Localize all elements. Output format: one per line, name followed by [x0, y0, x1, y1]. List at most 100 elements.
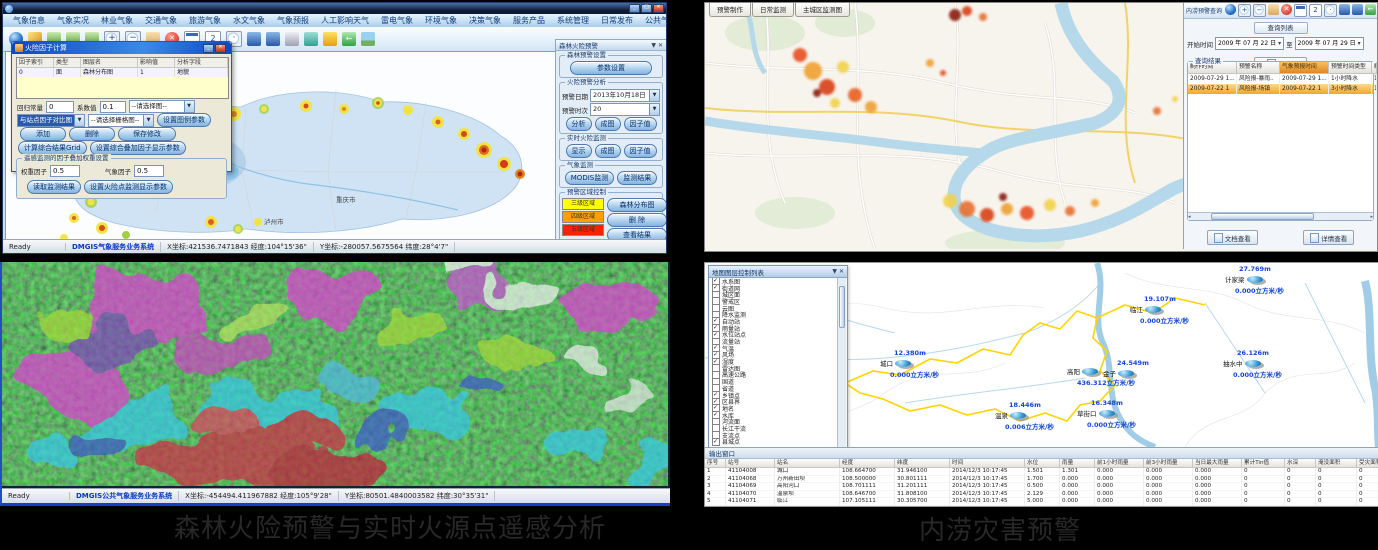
column-header[interactable]: 预警时间类型 [1329, 62, 1372, 74]
column-header[interactable]: 当日最大雨量 [1193, 459, 1242, 468]
map-tab[interactable]: 日常监测 [752, 3, 794, 17]
panel-toolbar-icon[interactable] [1294, 4, 1307, 17]
station-marker[interactable]: 18.446m 温泉 0.006立方米/秒 [995, 401, 1054, 431]
menu-item[interactable]: 林业气象 [95, 15, 139, 26]
add-button[interactable]: 添加 [20, 127, 66, 141]
realtime-button[interactable]: 因子值 [624, 144, 657, 158]
param-setting-button[interactable]: 参数设置 [570, 61, 652, 75]
map-tab[interactable]: 主城区监测图 [795, 3, 850, 17]
legend-params-button[interactable]: 设置图例参数 [157, 113, 211, 127]
column-header[interactable]: 经度 [840, 459, 895, 468]
station-marker[interactable]: 24.549m 金子 [1103, 359, 1149, 378]
close-button[interactable]: ✕ [653, 4, 664, 13]
gauge-icon[interactable] [1082, 368, 1098, 375]
date-from-picker[interactable]: 2009 年 07 月 22 日 [1215, 37, 1284, 50]
column-header-highlighted[interactable]: 气象预报时间 [1280, 62, 1329, 74]
menu-item[interactable]: 水文气象 [227, 15, 271, 26]
gauge-icon[interactable] [1099, 410, 1115, 417]
menu-item[interactable]: 气象信息 [7, 15, 51, 26]
gauge-icon[interactable] [1247, 276, 1263, 283]
read-result-button[interactable]: 读取监测结果 [27, 180, 81, 194]
weather-monitor-button[interactable]: MODIS监测 [565, 171, 614, 185]
minimize-button[interactable]: _ [629, 4, 640, 13]
gauge-icon[interactable] [1145, 306, 1161, 313]
grid-select[interactable]: --请选择栅格图-- [88, 114, 154, 127]
column-header[interactable]: 纬度 [895, 459, 950, 468]
menu-item[interactable]: 人工影响天气 [315, 15, 375, 26]
column-header[interactable]: 分析字段 [175, 58, 228, 68]
date-to-picker[interactable]: 2009 年 07 月 29 日 [1295, 37, 1364, 50]
column-header[interactable]: 站号 [726, 459, 775, 468]
panel-close-icon[interactable]: ✕ [658, 42, 663, 49]
column-header[interactable]: 雨量 [1060, 459, 1095, 468]
panel-toolbar-icon[interactable] [1225, 4, 1236, 15]
output-row[interactable]: 6 41104072 麻柳口 108.108211 31.101811 2014… [705, 506, 1378, 507]
output-row[interactable]: 3 41104069 高阳河口 108.701111 31.201111 201… [705, 483, 1378, 491]
column-header[interactable]: 前1小时雨量 [1095, 459, 1144, 468]
toolbar-icon[interactable] [266, 32, 280, 46]
coef-input[interactable]: 0.1 [100, 101, 126, 113]
menu-item[interactable]: 雷电气象 [375, 15, 419, 26]
output-row[interactable]: 2 41104068 万州新田坝 108.500000 30.801111 20… [705, 476, 1378, 484]
layer-item[interactable]: 县城点 [710, 439, 838, 446]
output-row[interactable]: 5 41104071 临江 107.105111 30.305700 2014/… [705, 498, 1378, 506]
column-header[interactable]: 淹没面积 [1316, 459, 1357, 468]
output-row[interactable]: 4 41104070 温泉坝 108.646700 31.808100 2014… [705, 491, 1378, 499]
column-header[interactable]: 水深 [1285, 459, 1316, 468]
menu-item[interactable]: 旅游气象 [183, 15, 227, 26]
station-marker[interactable]: 27.769m 计家梁 0.000立方米/秒 [1225, 265, 1284, 295]
factor-table-row[interactable]: 0 面 森林分布图 1 地貌 [17, 68, 228, 77]
query-list-tab[interactable]: 查询列表 [1254, 22, 1308, 34]
maximize-button[interactable]: □ [641, 4, 652, 13]
toolbar-icon[interactable] [323, 32, 337, 46]
menu-item[interactable]: 交通气象 [139, 15, 183, 26]
analysis-button[interactable]: 因子值 [624, 117, 657, 131]
weight2-input[interactable]: 0.5 [134, 165, 164, 177]
menu-item[interactable]: 气象实况 [51, 15, 95, 26]
column-header[interactable]: 站名 [775, 459, 840, 468]
column-header[interactable]: 预警名称 [1237, 62, 1280, 74]
gauge-icon[interactable] [1010, 412, 1026, 419]
column-header[interactable]: 水位 [1025, 459, 1060, 468]
calc-grid-button[interactable]: 计算综合结果Grid [18, 141, 87, 155]
result-row[interactable]: 2009-07-29 1... 风险报-暴雨.. 2009-07-29 1...… [1188, 74, 1373, 84]
column-header[interactable]: 制作人 [1372, 62, 1377, 74]
region-control-button[interactable]: 森林分布图 [607, 198, 667, 212]
gauge-icon[interactable] [1245, 360, 1261, 367]
analysis-button[interactable]: 成图 [595, 117, 621, 131]
gauge-icon[interactable] [1118, 370, 1134, 377]
output-row[interactable]: 1 41104008 城口 108.664700 31.946100 2014/… [705, 468, 1378, 476]
result-row[interactable]: 2009-07-22 1 风险报-场镇 2009-07-22 1 3小时降水 1… [1188, 84, 1373, 94]
toolbar-icon[interactable] [247, 32, 261, 46]
menu-item[interactable]: 决策气象 [463, 15, 507, 26]
column-header[interactable]: 因子索引 [17, 58, 54, 68]
map-tab[interactable]: 预警制作 [709, 3, 751, 17]
warn-date-select[interactable]: 2013年10月18日 [590, 89, 660, 102]
gauge-icon[interactable] [895, 360, 911, 367]
column-header[interactable]: 图层名 [81, 58, 138, 68]
panel-toolbar-icon[interactable] [1352, 4, 1363, 15]
panel-toolbar-icon[interactable] [1268, 4, 1279, 15]
station-marker[interactable]: 12.380m 城口 0.000立方米/秒 [880, 349, 939, 379]
panel-toolbar-icon[interactable] [1365, 4, 1376, 15]
panel-toolbar-icon[interactable] [1339, 4, 1350, 15]
column-header[interactable]: 时间 [950, 459, 1025, 468]
layer-checkbox[interactable] [712, 438, 720, 446]
menu-item[interactable]: 日常发布 [595, 15, 639, 26]
column-header[interactable]: 影响值 [138, 58, 175, 68]
menu-item[interactable]: 服务产品 [507, 15, 551, 26]
weather-monitor-button[interactable]: 监测结果 [617, 171, 657, 185]
warn-time-select[interactable]: 20 [590, 103, 660, 116]
doc-view-button[interactable]: 文档查看 [1207, 230, 1258, 245]
column-header[interactable]: 受灾面积 [1357, 459, 1378, 468]
realtime-button[interactable]: 成图 [595, 144, 621, 158]
station-marker[interactable]: 16.348m 草街口 0.000立方米/秒 [1077, 399, 1136, 429]
column-header[interactable]: 序号 [705, 459, 726, 468]
panel-toolbar-icon[interactable] [1238, 4, 1251, 17]
panel-toolbar-icon[interactable] [1324, 4, 1337, 17]
menu-item[interactable]: 环境气象 [419, 15, 463, 26]
menu-item[interactable]: 气象预报 [271, 15, 315, 26]
toolbar-icon[interactable] [342, 32, 356, 46]
regression-input[interactable]: 0 [46, 101, 74, 113]
station-marker[interactable]: 19.107m 临江 0.000立方米/秒 [1130, 295, 1189, 325]
